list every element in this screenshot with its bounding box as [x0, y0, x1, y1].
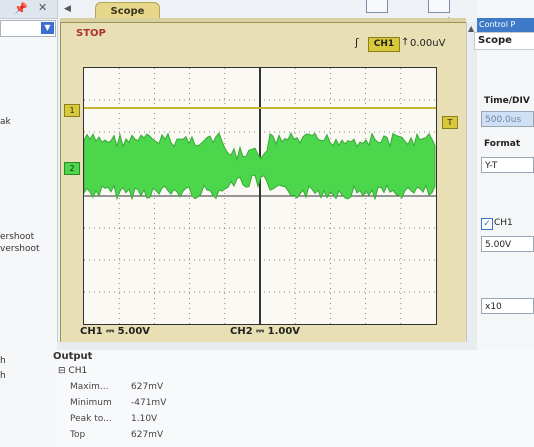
tab-scroll-left-icon[interactable]: ◀: [64, 4, 71, 14]
left-panel-item[interactable]: ak: [0, 117, 11, 127]
ch1-scale-readout: CH1 ⎓ 5.00V: [80, 326, 151, 337]
waveform-plot: [84, 68, 436, 324]
left-panel-dropdown[interactable]: ▼: [0, 20, 56, 37]
ch1-volts-field[interactable]: 5.00V: [481, 236, 534, 252]
left-properties-panel: [0, 0, 58, 447]
left-panel-item[interactable]: h: [0, 371, 6, 381]
format-label: Format: [484, 139, 521, 149]
scope-screen[interactable]: [83, 67, 437, 325]
left-panel-item[interactable]: h: [0, 356, 6, 366]
ch2-level-marker[interactable]: 2: [64, 162, 80, 175]
trigger-level: 0.00uV: [410, 38, 446, 49]
trigger-channel-badge[interactable]: CH1: [368, 37, 400, 52]
window-icon[interactable]: [428, 0, 450, 13]
output-row-name: Minimum: [70, 398, 112, 408]
output-row-value: 1.10V: [131, 414, 158, 424]
control-panel-header: Control P: [477, 18, 534, 32]
output-title: Output: [53, 351, 93, 362]
output-row-name: Maxim...: [70, 382, 109, 392]
output-row-name: Top: [70, 430, 86, 440]
output-group-label: CH1: [68, 366, 88, 376]
time-div-field[interactable]: 500.0us: [481, 111, 534, 127]
ch1-level-marker[interactable]: 1: [64, 104, 80, 117]
rising-edge-icon: ↑: [401, 37, 410, 48]
left-panel-header: 📌 ✕: [0, 0, 57, 19]
window-icon[interactable]: [366, 0, 388, 13]
output-row-value: 627mV: [131, 430, 164, 440]
time-div-label: Time/DIV: [484, 96, 530, 106]
trigger-icon: ʃ: [355, 36, 359, 49]
close-icon[interactable]: ✕: [38, 1, 47, 14]
acquisition-status: STOP: [76, 28, 106, 39]
ch1-checkbox-label: CH1: [494, 218, 513, 228]
collapse-icon[interactable]: ⊟: [58, 366, 66, 376]
output-row-value: 627mV: [131, 382, 164, 392]
output-row-name: Peak to...: [70, 414, 112, 424]
probe-attenuation-field[interactable]: x10: [481, 298, 534, 314]
control-panel-title: Scope: [474, 32, 534, 50]
ch2-scale-readout: CH2 ⎓ 1.00V: [230, 326, 301, 337]
left-panel-item[interactable]: vershoot: [0, 244, 40, 254]
chevron-down-icon[interactable]: ▼: [41, 22, 54, 34]
output-row-value: -471mV: [131, 398, 167, 408]
ch1-checkbox[interactable]: ✓: [481, 218, 493, 230]
trigger-level-marker[interactable]: T: [442, 116, 458, 129]
format-select[interactable]: Y-T: [481, 157, 534, 173]
output-group-ch1[interactable]: ⊟ CH1: [58, 366, 87, 376]
horizontal-scrollbar[interactable]: [57, 342, 477, 350]
left-panel-item[interactable]: ershoot: [0, 232, 34, 242]
output-panel: [57, 350, 534, 447]
pin-icon[interactable]: 📌: [14, 2, 28, 15]
